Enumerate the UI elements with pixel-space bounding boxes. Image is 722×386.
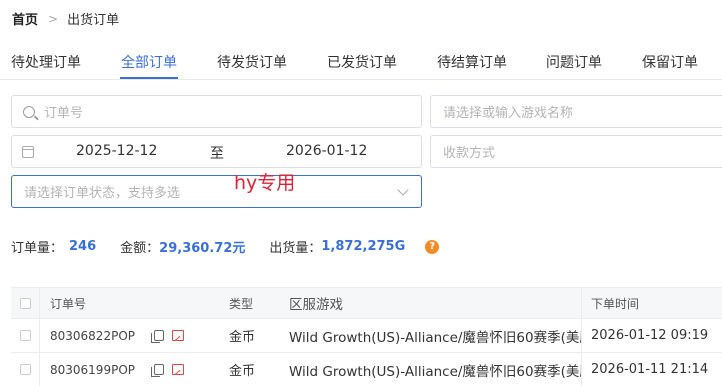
date-range-picker[interactable]: 2025-12-12 至 2026-01-12: [11, 135, 422, 168]
order-tabs: 待处理订单 全部订单 待发货订单 已发货订单 待结算订单 问题订单 保留订单: [0, 44, 722, 80]
header-type: 类型: [229, 296, 254, 311]
order-time: 2026-01-12 09:19: [591, 328, 709, 343]
select-all-checkbox[interactable]: [19, 297, 31, 309]
shipped-value: 1,872,275G: [321, 239, 406, 254]
breadcrumb: 首页 > 出货订单: [12, 9, 120, 29]
tab-to-settle[interactable]: 待结算订单: [437, 52, 507, 72]
watermark-text: hy专用: [234, 172, 296, 194]
order-game: Wild Growth(US)-Alliance/魔兽怀旧60赛季(美服): [289, 363, 581, 380]
order-type: 金币: [229, 364, 256, 379]
header-order-no: 订单号: [50, 296, 87, 311]
tab-reserved[interactable]: 保留订单: [642, 52, 698, 72]
amount-value: 29,360.72元: [159, 241, 246, 256]
copy-icon[interactable]: [151, 330, 164, 343]
row-checkbox[interactable]: [19, 364, 31, 375]
order-stats: 订单量： 246 金额： 29,360.72元 出货量： 1,872,275G ?: [11, 237, 440, 256]
shipped-label: 出货量：: [269, 241, 322, 256]
chevron-right-icon: >: [48, 11, 59, 26]
order-status-select[interactable]: 请选择订单状态，支持多选: [11, 175, 422, 208]
active-tab-indicator: [120, 77, 178, 79]
tab-pending[interactable]: 待处理订单: [11, 52, 81, 72]
payment-method-select[interactable]: 收款方式: [430, 135, 722, 168]
date-separator: 至: [210, 146, 224, 162]
order-number: 80306822POP: [50, 328, 135, 343]
date-start[interactable]: 2025-12-12: [76, 143, 157, 159]
table-header-row: 订单号 类型 区服游戏 下单时间: [11, 288, 722, 319]
image-icon[interactable]: [172, 330, 184, 341]
tab-problem[interactable]: 问题订单: [546, 52, 602, 72]
breadcrumb-home[interactable]: 首页: [12, 9, 38, 28]
order-count-label: 订单量：: [11, 241, 64, 256]
order-type: 金币: [229, 330, 256, 345]
table-row[interactable]: 80306822POP 金币 Wild Growth(US)-Alliance/…: [11, 319, 722, 353]
order-count-value: 246: [69, 239, 97, 254]
copy-icon[interactable]: [151, 364, 164, 377]
tab-to-ship[interactable]: 待发货订单: [217, 52, 287, 72]
header-game: 区服游戏: [289, 297, 343, 313]
payment-method-placeholder: 收款方式: [443, 146, 496, 161]
game-select-input[interactable]: 请选择或输入游戏名称: [430, 95, 722, 128]
order-game: Wild Growth(US)-Alliance/魔兽怀旧60赛季(美服): [289, 329, 581, 346]
order-number-input[interactable]: 订单号: [11, 95, 422, 128]
amount-label: 金额：: [120, 241, 160, 256]
order-time: 2026-01-11 21:14: [591, 362, 709, 377]
calendar-icon: [22, 145, 34, 158]
header-time: 下单时间: [591, 296, 640, 311]
order-number-placeholder: 订单号: [44, 106, 84, 121]
game-select-placeholder: 请选择或输入游戏名称: [443, 106, 574, 121]
tab-shipped[interactable]: 已发货订单: [327, 52, 397, 72]
row-checkbox[interactable]: [19, 330, 31, 341]
date-end[interactable]: 2026-01-12: [286, 143, 367, 159]
help-icon[interactable]: ?: [425, 239, 440, 254]
search-icon: [23, 105, 35, 118]
tab-all[interactable]: 全部订单: [121, 52, 177, 72]
table-row[interactable]: 80306199POP 金币 Wild Growth(US)-Alliance/…: [11, 353, 722, 386]
chevron-down-icon: [397, 184, 409, 196]
image-icon[interactable]: [172, 364, 184, 375]
order-number: 80306199POP: [50, 362, 135, 377]
breadcrumb-current: 出货订单: [67, 13, 120, 28]
order-status-placeholder: 请选择订单状态，支持多选: [24, 186, 181, 201]
orders-table: 订单号 类型 区服游戏 下单时间 80306822POP 金币 Wild Gro…: [11, 287, 722, 386]
